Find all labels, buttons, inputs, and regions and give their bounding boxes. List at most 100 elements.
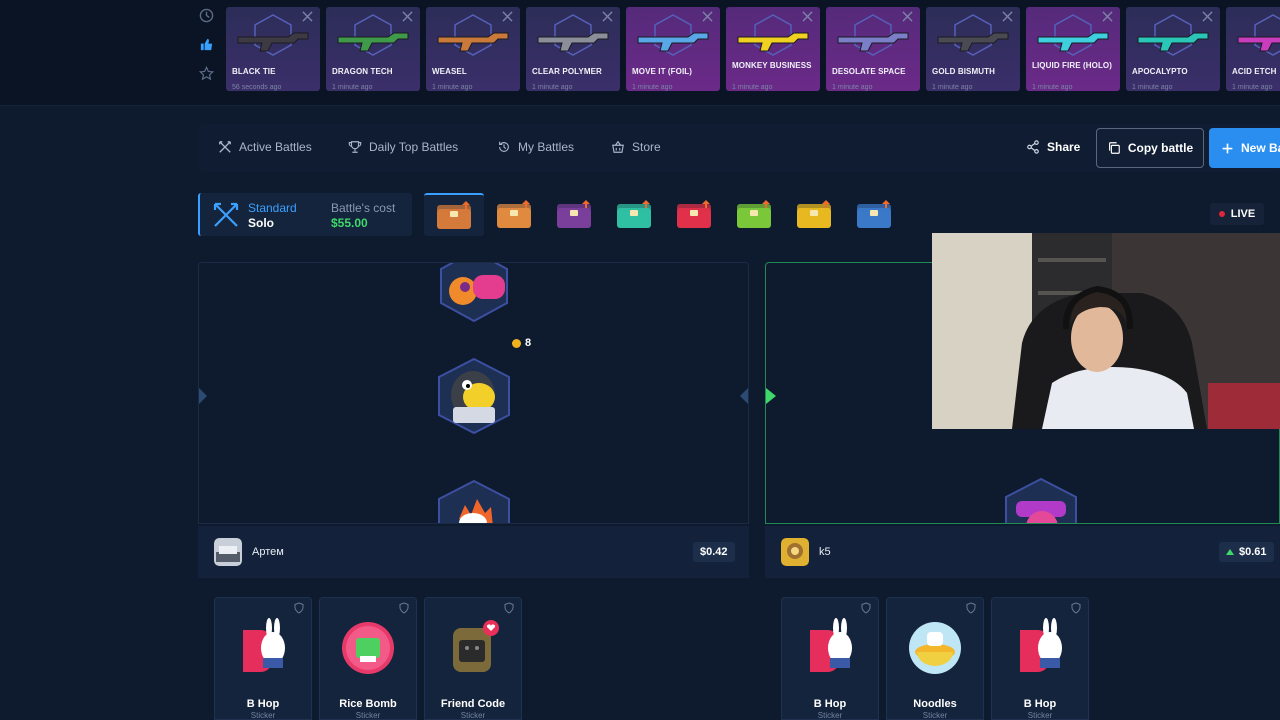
live-dot	[1218, 211, 1225, 217]
heart-shield-icon[interactable]	[965, 602, 977, 614]
battle-case[interactable]	[544, 193, 604, 236]
sticker-rice-bomb	[342, 622, 394, 674]
reel-marker-right	[740, 388, 748, 404]
basket-icon	[612, 140, 624, 153]
case-icon	[797, 199, 831, 228]
swords-icon	[602, 11, 613, 22]
live-drop-item[interactable]: CLEAR POLYMER 1 minute ago	[526, 7, 620, 91]
drop-time: 1 minute ago	[532, 84, 573, 91]
clock-icon[interactable]	[199, 8, 214, 23]
item-card[interactable]: Rice Bomb Sticker	[319, 597, 417, 720]
drop-time: 1 minute ago	[932, 84, 973, 91]
item-card[interactable]: B Hop Sticker	[214, 597, 312, 720]
live-drop-item[interactable]: APOCALYPTO 1 minute ago	[1126, 7, 1220, 91]
item-card[interactable]: Noodles Sticker	[886, 597, 984, 720]
drop-time: 1 minute ago	[732, 84, 773, 91]
drop-name: BLACK TIE	[232, 67, 276, 76]
drops-filter-icons	[196, 8, 216, 81]
battle-case[interactable]	[424, 193, 484, 236]
heart-shield-icon[interactable]	[1070, 602, 1082, 614]
coin-icon	[512, 338, 521, 348]
battle-case[interactable]	[604, 193, 664, 236]
nav-store-label: Store	[632, 140, 661, 154]
win-arrow-icon	[1226, 549, 1234, 555]
live-drop-item[interactable]: DESOLATE SPACE 1 minute ago	[826, 7, 920, 91]
nav-active-battles[interactable]: Active Battles	[218, 140, 312, 154]
item-name: Rice Bomb	[339, 698, 397, 710]
battle-nav-bar: Active Battles Daily Top Battles My Batt…	[198, 124, 1280, 172]
swords-icon	[302, 11, 313, 22]
live-drop-item[interactable]: MOVE IT (FOIL) 1 minute ago	[626, 7, 720, 91]
live-drops-list: BLACK TIE 56 seconds ago DRAGON TECH 1 minu…	[226, 7, 1280, 91]
live-drop-item[interactable]: LIQUID FIRE (HOLO) 1 minute ago	[1026, 7, 1120, 91]
swords-icon	[402, 11, 413, 22]
player-name: k5	[819, 546, 831, 558]
thumbs-up-icon[interactable]	[199, 37, 214, 52]
copy-battle-button[interactable]: Copy battle	[1096, 128, 1204, 168]
weapon-skin-icon	[1237, 36, 1280, 52]
item-type: Sticker	[922, 711, 948, 720]
share-button[interactable]: Share	[1026, 140, 1080, 154]
drop-name: CLEAR POLYMER	[532, 67, 602, 76]
star-icon[interactable]	[198, 66, 214, 81]
heart-shield-icon[interactable]	[293, 602, 305, 614]
item-card[interactable]: B Hop Sticker	[991, 597, 1089, 720]
new-battle-button[interactable]: New Ba	[1209, 128, 1280, 168]
share-label: Share	[1047, 140, 1081, 154]
nav-store[interactable]: Store	[611, 140, 661, 154]
heart-shield-icon[interactable]	[860, 602, 872, 614]
sticker-b-hop	[1020, 618, 1062, 672]
weapon-skin-icon	[837, 32, 909, 52]
battle-case[interactable]	[484, 193, 544, 236]
swords-icon	[902, 11, 913, 22]
battle-case[interactable]	[844, 193, 904, 236]
battle-case[interactable]	[784, 193, 844, 236]
trophy-icon	[348, 141, 362, 153]
player-1-bar: Артем $0.42	[198, 526, 749, 578]
player-name: Артем	[252, 546, 284, 558]
avatar[interactable]	[781, 538, 809, 566]
item-type: Sticker	[460, 711, 486, 720]
item-name: Noodles	[913, 698, 957, 710]
drop-name: WEASEL	[432, 67, 467, 76]
case-icon	[617, 199, 651, 228]
crossed-swords-icon	[213, 202, 239, 227]
share-icon	[1027, 140, 1039, 154]
weapon-skin-icon	[1137, 32, 1209, 52]
reel-coin-amount: 8	[525, 337, 532, 349]
live-drop-item[interactable]: BLACK TIE 56 seconds ago	[226, 7, 320, 91]
item-card[interactable]: Friend Code Sticker	[424, 597, 522, 720]
weapon-skin-icon	[937, 32, 1009, 52]
nav-my-battles[interactable]: My Battles	[497, 140, 574, 154]
heart-shield-icon[interactable]	[398, 602, 410, 614]
player-1-reel	[198, 262, 749, 524]
heart-shield-icon[interactable]	[503, 602, 515, 614]
drop-time: 1 minute ago	[632, 84, 673, 91]
swords-icon	[219, 141, 231, 153]
live-label: LIVE	[1230, 208, 1256, 220]
nav-daily-top-label: Daily Top Battles	[369, 140, 459, 154]
battle-cost-value: $55.00	[331, 216, 368, 230]
battle-mode-panel: Standard Solo Battle's cost $55.00	[198, 193, 412, 236]
player-2-bar: k5 $0.61	[765, 526, 1280, 578]
drop-name: MOVE IT (FOIL)	[632, 67, 693, 76]
copy-battle-label: Copy battle	[1127, 141, 1194, 155]
live-drop-item[interactable]: MONKEY BUSINESS 1 minute ago	[726, 7, 820, 91]
drop-name: ACID ETCH	[1232, 67, 1277, 76]
live-drop-item[interactable]: DRAGON TECH 1 minute ago	[326, 7, 420, 91]
item-card[interactable]: B Hop Sticker	[781, 597, 879, 720]
battle-case[interactable]	[724, 193, 784, 236]
sticker-fight-like-a-girl	[1005, 477, 1077, 523]
live-drop-item[interactable]: WEASEL 1 minute ago	[426, 7, 520, 91]
live-drop-item[interactable]: GOLD BISMUTH 1 minute ago	[926, 7, 1020, 91]
plus-icon	[1222, 143, 1233, 153]
sticker-sneaky-beaky	[438, 357, 510, 435]
item-name: B Hop	[1023, 698, 1057, 710]
battle-cases-list	[424, 193, 904, 236]
battle-case[interactable]	[664, 193, 724, 236]
nav-my-battles-label: My Battles	[518, 140, 575, 154]
live-drop-item[interactable]: ACID ETCH 1 minute ago	[1226, 7, 1280, 91]
history-icon	[499, 141, 509, 152]
avatar[interactable]	[214, 538, 242, 566]
nav-daily-top-battles[interactable]: Daily Top Battles	[348, 140, 458, 154]
